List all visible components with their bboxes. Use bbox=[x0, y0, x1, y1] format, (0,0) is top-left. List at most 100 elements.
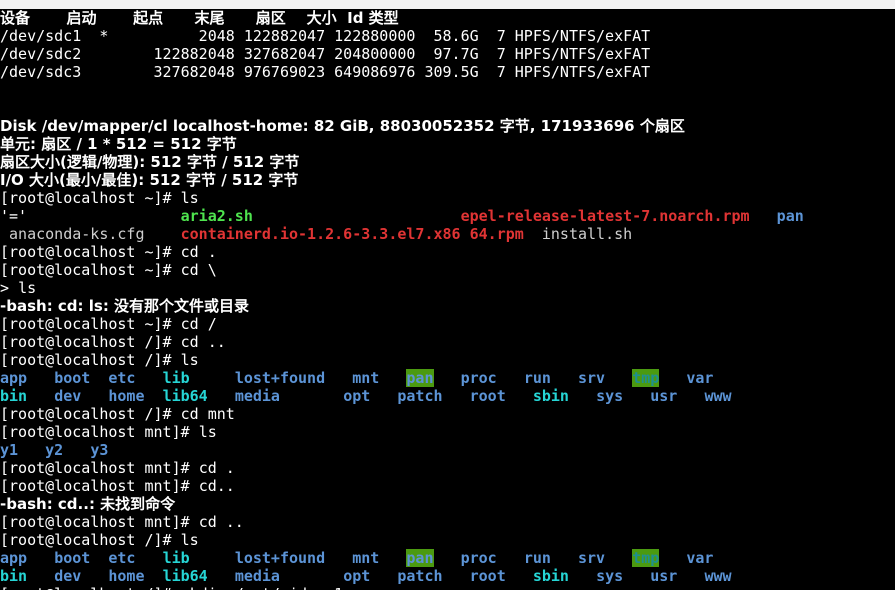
dir-mnt[interactable]: mnt bbox=[352, 549, 379, 567]
command-text: cd .. bbox=[180, 333, 226, 351]
disk-io-size-line: I/O 大小(最小/最佳): 512 字节 / 512 字节 bbox=[0, 171, 895, 189]
dir-lib[interactable]: lib bbox=[163, 369, 190, 387]
dir-sbin[interactable]: sbin bbox=[533, 567, 569, 585]
dir-media[interactable]: media bbox=[235, 387, 280, 405]
command-line[interactable]: [root@localhost mnt]# ls bbox=[0, 423, 895, 441]
error-message: -bash: cd..: 未找到命令 bbox=[0, 495, 895, 513]
dir-proc[interactable]: proc bbox=[461, 549, 497, 567]
dir-etc[interactable]: etc bbox=[108, 549, 135, 567]
dir-pan[interactable]: pan bbox=[406, 549, 434, 567]
dir-var[interactable]: var bbox=[686, 369, 713, 387]
dir-var[interactable]: var bbox=[686, 549, 713, 567]
dir-app[interactable]: app bbox=[0, 369, 27, 387]
dir-tmp[interactable]: tmp bbox=[632, 549, 660, 567]
dir-bin[interactable]: bin bbox=[0, 387, 27, 405]
dir-www[interactable]: www bbox=[704, 567, 731, 585]
command-line[interactable]: [root@localhost mnt]# cd . bbox=[0, 459, 895, 477]
dir-bin[interactable]: bin bbox=[0, 567, 27, 585]
command-line[interactable]: [root@localhost mnt]# cd .. bbox=[0, 513, 895, 531]
shell-prompt: [root@localhost mnt]# bbox=[0, 459, 199, 477]
shell-prompt: [root@localhost mnt]# bbox=[0, 513, 199, 531]
error-text: -bash: cd..: 未找到命令 bbox=[0, 495, 176, 513]
disk-sector-size-text: 扇区大小(逻辑/物理): 512 字节 / 512 字节 bbox=[0, 153, 300, 171]
dir-run[interactable]: run bbox=[524, 549, 551, 567]
disk-summary-text: Disk /dev/mapper/cl localhost-home: 82 G… bbox=[0, 117, 685, 135]
file-containerd-rpm[interactable]: containerd.io-1.2.6-3.3.el7.x86 64.rpm bbox=[181, 225, 524, 243]
command-line[interactable]: [root@localhost /]# mkdir /mnt/yidong1 bbox=[0, 585, 895, 590]
dir-patch[interactable]: patch bbox=[397, 567, 442, 585]
dir-app[interactable]: app bbox=[0, 549, 27, 567]
dir-patch[interactable]: patch bbox=[397, 387, 442, 405]
command-text: cd / bbox=[180, 315, 217, 333]
command-line[interactable]: [root@localhost ~]# ls bbox=[0, 189, 895, 207]
dir-srv[interactable]: srv bbox=[578, 369, 605, 387]
dir-y1[interactable]: y1 bbox=[0, 441, 18, 459]
terminal-screen[interactable]: 设备 启动 起点 末尾 扇区 大小 Id 类型 /dev/sdc1 * 2048… bbox=[0, 9, 895, 590]
file-epel-rpm[interactable]: epel-release-latest-7.noarch.rpm bbox=[461, 207, 750, 225]
dir-pan-truncated[interactable]: pan bbox=[777, 207, 804, 225]
file-install-sh[interactable]: install.sh bbox=[542, 225, 632, 243]
dir-boot[interactable]: boot bbox=[54, 369, 90, 387]
dir-boot[interactable]: boot bbox=[54, 549, 90, 567]
dir-proc[interactable]: proc bbox=[461, 369, 497, 387]
dir-sbin[interactable]: sbin bbox=[533, 387, 569, 405]
dir-run[interactable]: run bbox=[524, 369, 551, 387]
dir-sys[interactable]: sys bbox=[596, 387, 623, 405]
command-line[interactable]: [root@localhost ~]# cd / bbox=[0, 315, 895, 333]
terminal-window[interactable]: 设备 启动 起点 末尾 扇区 大小 Id 类型 /dev/sdc1 * 2048… bbox=[0, 0, 895, 590]
file-aria2-sh[interactable]: aria2.sh bbox=[181, 207, 253, 225]
dir-opt[interactable]: opt bbox=[343, 387, 370, 405]
command-line[interactable]: [root@localhost ~]# cd . bbox=[0, 243, 895, 261]
dir-www[interactable]: www bbox=[704, 387, 731, 405]
dir-sys[interactable]: sys bbox=[596, 567, 623, 585]
dir-home[interactable]: home bbox=[108, 567, 144, 585]
command-line[interactable]: [root@localhost mnt]# cd.. bbox=[0, 477, 895, 495]
partition-row-text: /dev/sdc3 327682048 976769023 649086976 … bbox=[0, 63, 651, 81]
shell-prompt: [root@localhost ~]# bbox=[0, 189, 181, 207]
continuation-line[interactable]: > ls bbox=[0, 279, 895, 297]
shell-prompt: [root@localhost /]# bbox=[0, 333, 181, 351]
command-line[interactable]: [root@localhost /]# cd mnt bbox=[0, 405, 895, 423]
dir-etc[interactable]: etc bbox=[108, 369, 135, 387]
shell-prompt: [root@localhost /]# bbox=[0, 585, 181, 590]
dir-lost-found[interactable]: lost+found bbox=[235, 369, 325, 387]
dir-lib64[interactable]: lib64 bbox=[163, 387, 208, 405]
ls-output-row: anaconda-ks.cfg containerd.io-1.2.6-3.3.… bbox=[0, 225, 895, 243]
dir-y3[interactable]: y3 bbox=[90, 441, 108, 459]
command-text: cd \ bbox=[180, 261, 217, 279]
blank-row bbox=[0, 81, 895, 99]
command-line[interactable]: [root@localhost /]# ls bbox=[0, 351, 895, 369]
dir-media[interactable]: media bbox=[235, 567, 280, 585]
file-anaconda-ks-cfg[interactable]: anaconda-ks.cfg bbox=[9, 225, 144, 243]
file-quote-eq[interactable]: '=' bbox=[0, 207, 27, 225]
dir-mnt[interactable]: mnt bbox=[352, 369, 379, 387]
ls-output-row: app boot etc lib lost+found mnt pan proc… bbox=[0, 369, 895, 387]
command-text: cd mnt bbox=[180, 405, 235, 423]
dir-root[interactable]: root bbox=[470, 387, 506, 405]
command-line[interactable]: [root@localhost /]# cd .. bbox=[0, 333, 895, 351]
partition-row-text: /dev/sdc2 122882048 327682047 204800000 … bbox=[0, 45, 651, 63]
disk-sector-size-line: 扇区大小(逻辑/物理): 512 字节 / 512 字节 bbox=[0, 153, 895, 171]
shell-prompt: [root@localhost /]# bbox=[0, 351, 181, 369]
dir-lib[interactable]: lib bbox=[163, 549, 190, 567]
disk-info-line: Disk /dev/mapper/cl localhost-home: 82 G… bbox=[0, 117, 895, 135]
dir-lost-found[interactable]: lost+found bbox=[235, 549, 325, 567]
shell-prompt: [root@localhost ~]# bbox=[0, 243, 181, 261]
command-text: ls bbox=[18, 279, 37, 297]
dir-srv[interactable]: srv bbox=[578, 549, 605, 567]
dir-tmp[interactable]: tmp bbox=[632, 369, 660, 387]
dir-home[interactable]: home bbox=[108, 387, 144, 405]
dir-y2[interactable]: y2 bbox=[45, 441, 63, 459]
command-line[interactable]: [root@localhost /]# ls bbox=[0, 531, 895, 549]
dir-dev[interactable]: dev bbox=[54, 567, 81, 585]
command-text: ls bbox=[180, 189, 199, 207]
dir-dev[interactable]: dev bbox=[54, 387, 81, 405]
dir-usr[interactable]: usr bbox=[650, 387, 677, 405]
dir-opt[interactable]: opt bbox=[343, 567, 370, 585]
dir-root[interactable]: root bbox=[470, 567, 506, 585]
dir-usr[interactable]: usr bbox=[650, 567, 677, 585]
command-line[interactable]: [root@localhost ~]# cd \ bbox=[0, 261, 895, 279]
dir-lib64[interactable]: lib64 bbox=[163, 567, 208, 585]
disk-units-text: 单元: 扇区 / 1 * 512 = 512 字节 bbox=[0, 135, 237, 153]
dir-pan[interactable]: pan bbox=[406, 369, 434, 387]
